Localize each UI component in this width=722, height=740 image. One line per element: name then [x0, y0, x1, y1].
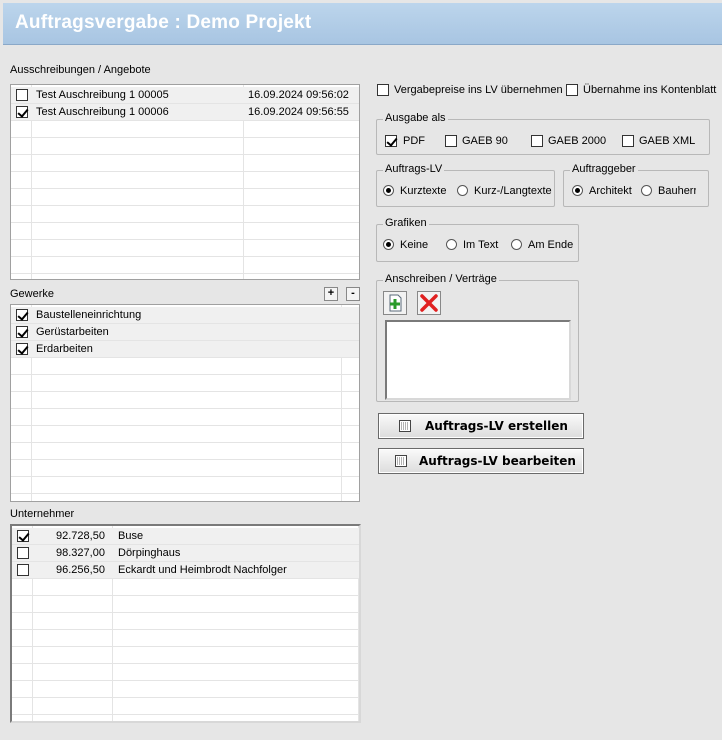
- grafiken-keine-label: Keine: [400, 239, 429, 251]
- ausschreibung-2-checkbox[interactable]: [16, 106, 28, 118]
- unternehmer-row-2[interactable]: 98.327,00 Dörpinghaus: [12, 545, 359, 562]
- unternehmer-label: Unternehmer: [10, 508, 75, 520]
- gewerk-row-1[interactable]: Baustelleneinrichtung: [11, 307, 359, 324]
- unternehmer-1-amount: 92.728,50: [56, 530, 105, 542]
- auftraggeber-architekt-label: Architekt: [589, 185, 632, 197]
- unternehmer-1-checkbox[interactable]: [17, 530, 29, 542]
- ausgabe-gaebxml-checkbox[interactable]: [622, 135, 634, 147]
- document-grid-icon: [399, 420, 411, 432]
- ausgabe-group-title: Ausgabe als: [383, 112, 448, 124]
- auftrags-lv-langtexte-label: Kurz-/Langtexte: [474, 185, 552, 197]
- auftraggeber-bauherr-label: Bauherr: [658, 185, 696, 197]
- gewerke-label: Gewerke: [10, 288, 55, 300]
- auftraggeber-group-title: Auftraggeber: [570, 163, 638, 175]
- gewerk-2-name: Gerüstarbeiten: [36, 326, 109, 338]
- document-grid-icon: [395, 455, 407, 467]
- gewerk-3-checkbox[interactable]: [16, 343, 28, 355]
- ausschreibung-2-date: 16.09.2024 09:56:55: [248, 106, 349, 118]
- unternehmer-2-amount: 98.327,00: [56, 547, 105, 559]
- add-document-button[interactable]: [383, 291, 407, 315]
- ausschreibung-1-name: Test Auschreibung 1 00005: [36, 89, 169, 101]
- grafiken-amende-radio[interactable]: [511, 239, 522, 250]
- ausgabe-gaeb90-label: GAEB 90: [462, 135, 508, 147]
- auftrags-lv-erstellen-label: Auftrags-LV erstellen: [425, 419, 568, 433]
- auftraggeber-architekt-radio[interactable]: [572, 185, 583, 196]
- unternehmer-3-checkbox[interactable]: [17, 564, 29, 576]
- vergabepreise-checkbox[interactable]: [377, 84, 389, 96]
- ausschreibung-row-1[interactable]: Test Auschreibung 1 00005 16.09.2024 09:…: [11, 87, 359, 104]
- ausschreibungen-grid: Test Auschreibung 1 00005 16.09.2024 09:…: [10, 84, 360, 280]
- ausgabe-gaeb90-checkbox[interactable]: [445, 135, 457, 147]
- grafiken-imtext-label: Im Text: [463, 239, 499, 251]
- auftrags-lv-kurztexte-label: Kurztexte: [400, 185, 447, 197]
- auftraggeber-bauherr-radio[interactable]: [641, 185, 652, 196]
- ausschreibung-1-checkbox[interactable]: [16, 89, 28, 101]
- gewerk-row-3[interactable]: Erdarbeiten: [11, 341, 359, 358]
- ausschreibung-2-name: Test Auschreibung 1 00006: [36, 106, 169, 118]
- unternehmer-3-amount: 96.256,50: [56, 564, 105, 576]
- ausgabe-gaeb2000-checkbox[interactable]: [531, 135, 543, 147]
- unternehmer-2-checkbox[interactable]: [17, 547, 29, 559]
- ausschreibung-1-date: 16.09.2024 09:56:02: [248, 89, 349, 101]
- ausgabe-pdf-checkbox[interactable]: [385, 135, 397, 147]
- gewerk-2-checkbox[interactable]: [16, 326, 28, 338]
- ausschreibungen-label: Ausschreibungen / Angebote: [10, 64, 151, 76]
- grafiken-imtext-radio[interactable]: [446, 239, 457, 250]
- gewerk-1-checkbox[interactable]: [16, 309, 28, 321]
- ausgabe-pdf-label: PDF: [403, 135, 425, 147]
- unternehmer-row-1[interactable]: 92.728,50 Buse: [12, 528, 359, 545]
- add-document-icon: [389, 294, 402, 312]
- kontenblatt-label: Übernahme ins Kontenblatt: [583, 84, 717, 96]
- auftrags-lv-kurztexte-radio[interactable]: [383, 185, 394, 196]
- ausschreibung-row-2[interactable]: Test Auschreibung 1 00006 16.09.2024 09:…: [11, 104, 359, 121]
- title-bar: Auftragsvergabe : Demo Projekt: [3, 3, 722, 45]
- grafiken-group-title: Grafiken: [383, 217, 429, 229]
- gewerk-1-name: Baustelleneinrichtung: [36, 309, 142, 321]
- unternehmer-3-name: Eckardt und Heimbrodt Nachfolger: [118, 564, 287, 576]
- auftrags-lv-bearbeiten-button[interactable]: Auftrags-LV bearbeiten: [378, 448, 584, 474]
- grafiken-keine-radio[interactable]: [383, 239, 394, 250]
- gewerke-grid: Baustelleneinrichtung Gerüstarbeiten Erd…: [10, 304, 360, 502]
- ausgabe-gaebxml-label: GAEB XML: [639, 135, 696, 147]
- gewerk-row-2[interactable]: Gerüstarbeiten: [11, 324, 359, 341]
- delete-document-button[interactable]: [417, 291, 441, 315]
- delete-x-icon: [420, 294, 438, 312]
- unternehmer-2-name: Dörpinghaus: [118, 547, 181, 559]
- anschreiben-list[interactable]: [385, 320, 571, 400]
- ausgabe-gaeb2000-label: GAEB 2000: [548, 135, 607, 147]
- auftrags-lv-erstellen-button[interactable]: Auftrags-LV erstellen: [378, 413, 584, 439]
- gewerk-3-name: Erdarbeiten: [36, 343, 93, 355]
- auftrags-lv-langtexte-radio[interactable]: [457, 185, 468, 196]
- grafiken-amende-label: Am Ende: [528, 239, 574, 251]
- anschreiben-group-title: Anschreiben / Verträge: [383, 273, 499, 285]
- auftrags-lv-bearbeiten-label: Auftrags-LV bearbeiten: [419, 454, 576, 468]
- unternehmer-row-3[interactable]: 96.256,50 Eckardt und Heimbrodt Nachfolg…: [12, 562, 359, 579]
- unternehmer-1-name: Buse: [118, 530, 144, 542]
- page-title: Auftragsvergabe : Demo Projekt: [15, 12, 312, 33]
- kontenblatt-checkbox[interactable]: [566, 84, 578, 96]
- auftrags-lv-group-title: Auftrags-LV: [383, 163, 445, 175]
- add-gewerk-button[interactable]: +: [324, 287, 338, 301]
- unternehmer-grid: 92.728,50 Buse 98.327,00 Dörpinghaus 96.…: [10, 524, 361, 723]
- vergabepreise-label: Vergabepreise ins LV übernehmen: [394, 84, 563, 96]
- remove-gewerk-button[interactable]: -: [346, 287, 360, 301]
